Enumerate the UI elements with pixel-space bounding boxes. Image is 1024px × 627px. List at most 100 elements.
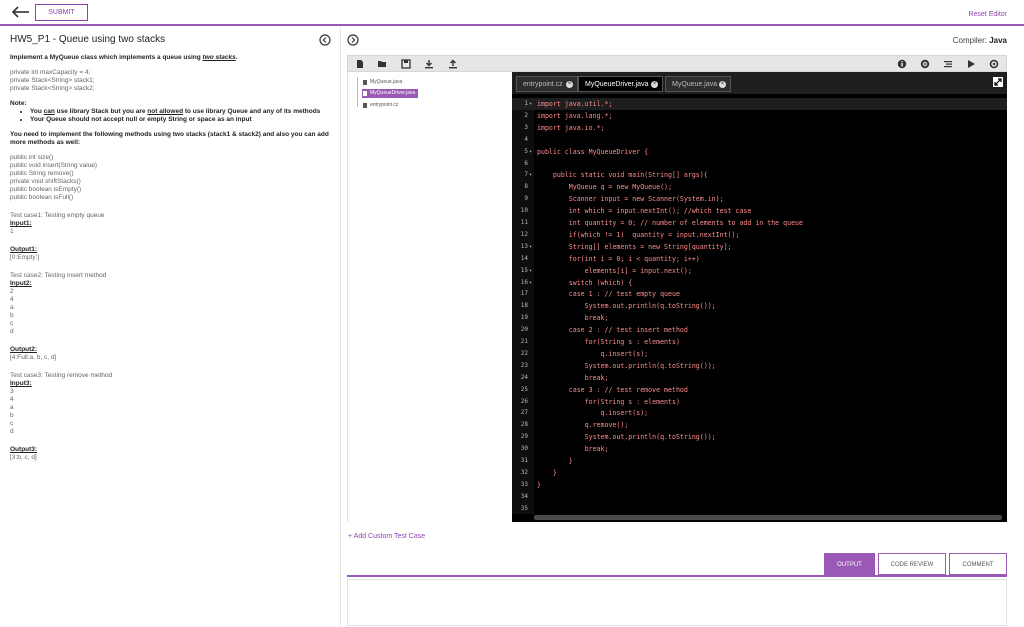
fullscreen-icon[interactable] [993, 77, 1003, 87]
code-line[interactable]: 27 q.insert(s); [512, 407, 1007, 419]
compiler-value[interactable]: Java [989, 36, 1007, 45]
fold-arrow-icon[interactable]: ▾ [529, 277, 532, 289]
settings-icon[interactable] [920, 59, 930, 69]
output-value: [0:Empty:] [10, 254, 40, 261]
code-line[interactable]: 13 ▾ String[] elements = new String[quant… [512, 241, 1007, 253]
fold-arrow-icon[interactable]: ▾ [529, 265, 532, 277]
format-icon[interactable] [943, 59, 953, 69]
input-label: Input1: [10, 220, 32, 227]
open-folder-icon[interactable] [377, 59, 387, 69]
code-line[interactable]: 6 [512, 158, 1007, 170]
code-line[interactable]: 8 MyQueue q = new MyQueue(); [512, 181, 1007, 193]
code-line[interactable]: 33} [512, 479, 1007, 491]
code-line[interactable]: 1 ▾ import java.util.*; [512, 98, 1007, 110]
new-file-icon[interactable] [355, 59, 365, 69]
code-text: for(int i = 0; i < quantity; i++) [537, 254, 700, 263]
method-line: public void insert(String value) [10, 162, 98, 169]
close-tab-icon[interactable]: × [566, 81, 573, 88]
code-line[interactable]: 15 ▾ elements[i] = input.next(); [512, 265, 1007, 277]
file-icon [363, 80, 367, 85]
close-tab-icon[interactable]: × [651, 81, 658, 88]
code-area[interactable]: 1 ▾ import java.util.*; 2 import java.lang.*… [512, 98, 1007, 514]
code-line[interactable]: 24 break; [512, 372, 1007, 384]
code-line[interactable]: 3 import java.io.*; [512, 122, 1007, 134]
code-line[interactable]: 21 for(String s : elements) [512, 336, 1007, 348]
test-case-2: Test case2: Testing insert method Input2… [10, 272, 335, 362]
code-line[interactable]: 35 [512, 503, 1007, 515]
file-item-myqueuedriver[interactable]: MyQueueDriver.java [362, 89, 419, 98]
fold-arrow-icon[interactable]: ▾ [529, 241, 532, 253]
code-line[interactable]: 26 for(String s : elements) [512, 396, 1007, 408]
code-line[interactable]: 29 System.out.println(q.toString()); [512, 431, 1007, 443]
file-item-entrypoint[interactable]: entrypoint.cz [362, 101, 398, 110]
run-icon[interactable] [966, 59, 976, 69]
line-number: 24 [520, 373, 528, 381]
line-number: 8 [524, 183, 528, 191]
debug-icon[interactable] [989, 59, 999, 69]
fold-arrow-icon[interactable]: ▾ [529, 98, 532, 110]
code-line[interactable]: 31 } [512, 455, 1007, 467]
tab-comment[interactable]: COMMENT [949, 553, 1007, 575]
line-number: 16 [520, 278, 528, 286]
line-number: 2 [524, 111, 528, 119]
save-icon[interactable] [401, 59, 411, 69]
tab-output[interactable]: OUTPUT [824, 553, 875, 575]
upload-icon[interactable] [448, 59, 458, 69]
line-number: 33 [520, 480, 528, 488]
panel-divider[interactable] [340, 28, 341, 627]
code-line[interactable]: 23 System.out.println(q.toString()); [512, 360, 1007, 372]
tab-entrypoint[interactable]: entrypoint.cz × [516, 76, 578, 92]
back-arrow-icon[interactable] [10, 4, 30, 20]
code-line[interactable]: 22 q.insert(s); [512, 348, 1007, 360]
info-icon[interactable] [897, 59, 907, 69]
line-number: 3 [524, 123, 528, 131]
code-line[interactable]: 17 case 1 : // test empty queue [512, 288, 1007, 300]
intro-text: Implement a MyQueue class which implemen… [10, 54, 203, 61]
fold-arrow-icon[interactable]: ▾ [529, 169, 532, 181]
code-text: public class MyQueueDriver { [537, 147, 649, 156]
close-tab-icon[interactable]: × [719, 81, 726, 88]
method-line: public boolean isEmpty() [10, 186, 82, 193]
submit-button[interactable]: SUBMIT [35, 4, 88, 21]
code-line[interactable]: 25 case 3 : // test remove method [512, 384, 1007, 396]
code-line[interactable]: 14 for(int i = 0; i < quantity; i++) [512, 253, 1007, 265]
download-icon[interactable] [424, 59, 434, 69]
expand-right-icon[interactable] [347, 34, 359, 46]
line-number: 10 [520, 207, 528, 215]
code-text: System.out.println(q.toString()); [537, 433, 716, 442]
tab-myqueuedriver[interactable]: MyQueueDriver.java × [578, 76, 663, 92]
fold-arrow-icon[interactable]: ▾ [529, 146, 532, 158]
test-case-1: Test case1: Testing empty queue Input1: … [10, 212, 335, 262]
file-item-myqueue[interactable]: MyQueue.java [362, 78, 402, 87]
line-number: 34 [520, 492, 528, 500]
code-line[interactable]: 11 int quantity = 0; // number of elemen… [512, 217, 1007, 229]
file-icon [363, 103, 367, 108]
code-line[interactable]: 2 import java.lang.*; [512, 110, 1007, 122]
code-line[interactable]: 12 if(which != 1) quantity = input.nextI… [512, 229, 1007, 241]
code-line[interactable]: 19 break; [512, 312, 1007, 324]
code-editor[interactable]: entrypoint.cz × MyQueueDriver.java × MyQue… [512, 72, 1007, 522]
code-line[interactable]: 10 int which = input.nextInt(); //which … [512, 205, 1007, 217]
code-line[interactable]: 18 System.out.println(q.toString()); [512, 300, 1007, 312]
code-line[interactable]: 20 case 2 : // test insert method [512, 324, 1007, 336]
code-line[interactable]: 30 break; [512, 443, 1007, 455]
code-line[interactable]: 4 [512, 134, 1007, 146]
code-line[interactable]: 34 [512, 491, 1007, 503]
reset-editor-link[interactable]: Reset Editor [968, 11, 1007, 18]
code-text: q.insert(s); [537, 349, 649, 358]
tab-label: MyQueueDriver.java [585, 81, 649, 88]
input-label: Input3: [10, 380, 32, 387]
horizontal-scrollbar[interactable] [534, 515, 1002, 520]
add-custom-test-case-link[interactable]: + Add Custom Test Case [348, 533, 425, 540]
code-line[interactable]: 9 Scanner input = new Scanner(System.in)… [512, 193, 1007, 205]
line-number: 22 [520, 349, 528, 357]
line-number: 19 [520, 314, 528, 322]
tab-code-review[interactable]: CODE REVIEW [878, 553, 946, 575]
code-line[interactable]: 7 ▾ public static void main(String[] args… [512, 169, 1007, 181]
code-line[interactable]: 16 ▾ switch (which) { [512, 277, 1007, 289]
code-line[interactable]: 28 q.remove(); [512, 419, 1007, 431]
line-number: 26 [520, 397, 528, 405]
tab-myqueue[interactable]: MyQueue.java × [665, 76, 731, 92]
code-line[interactable]: 5 ▾ public class MyQueueDriver { [512, 146, 1007, 158]
code-line[interactable]: 32 } [512, 467, 1007, 479]
